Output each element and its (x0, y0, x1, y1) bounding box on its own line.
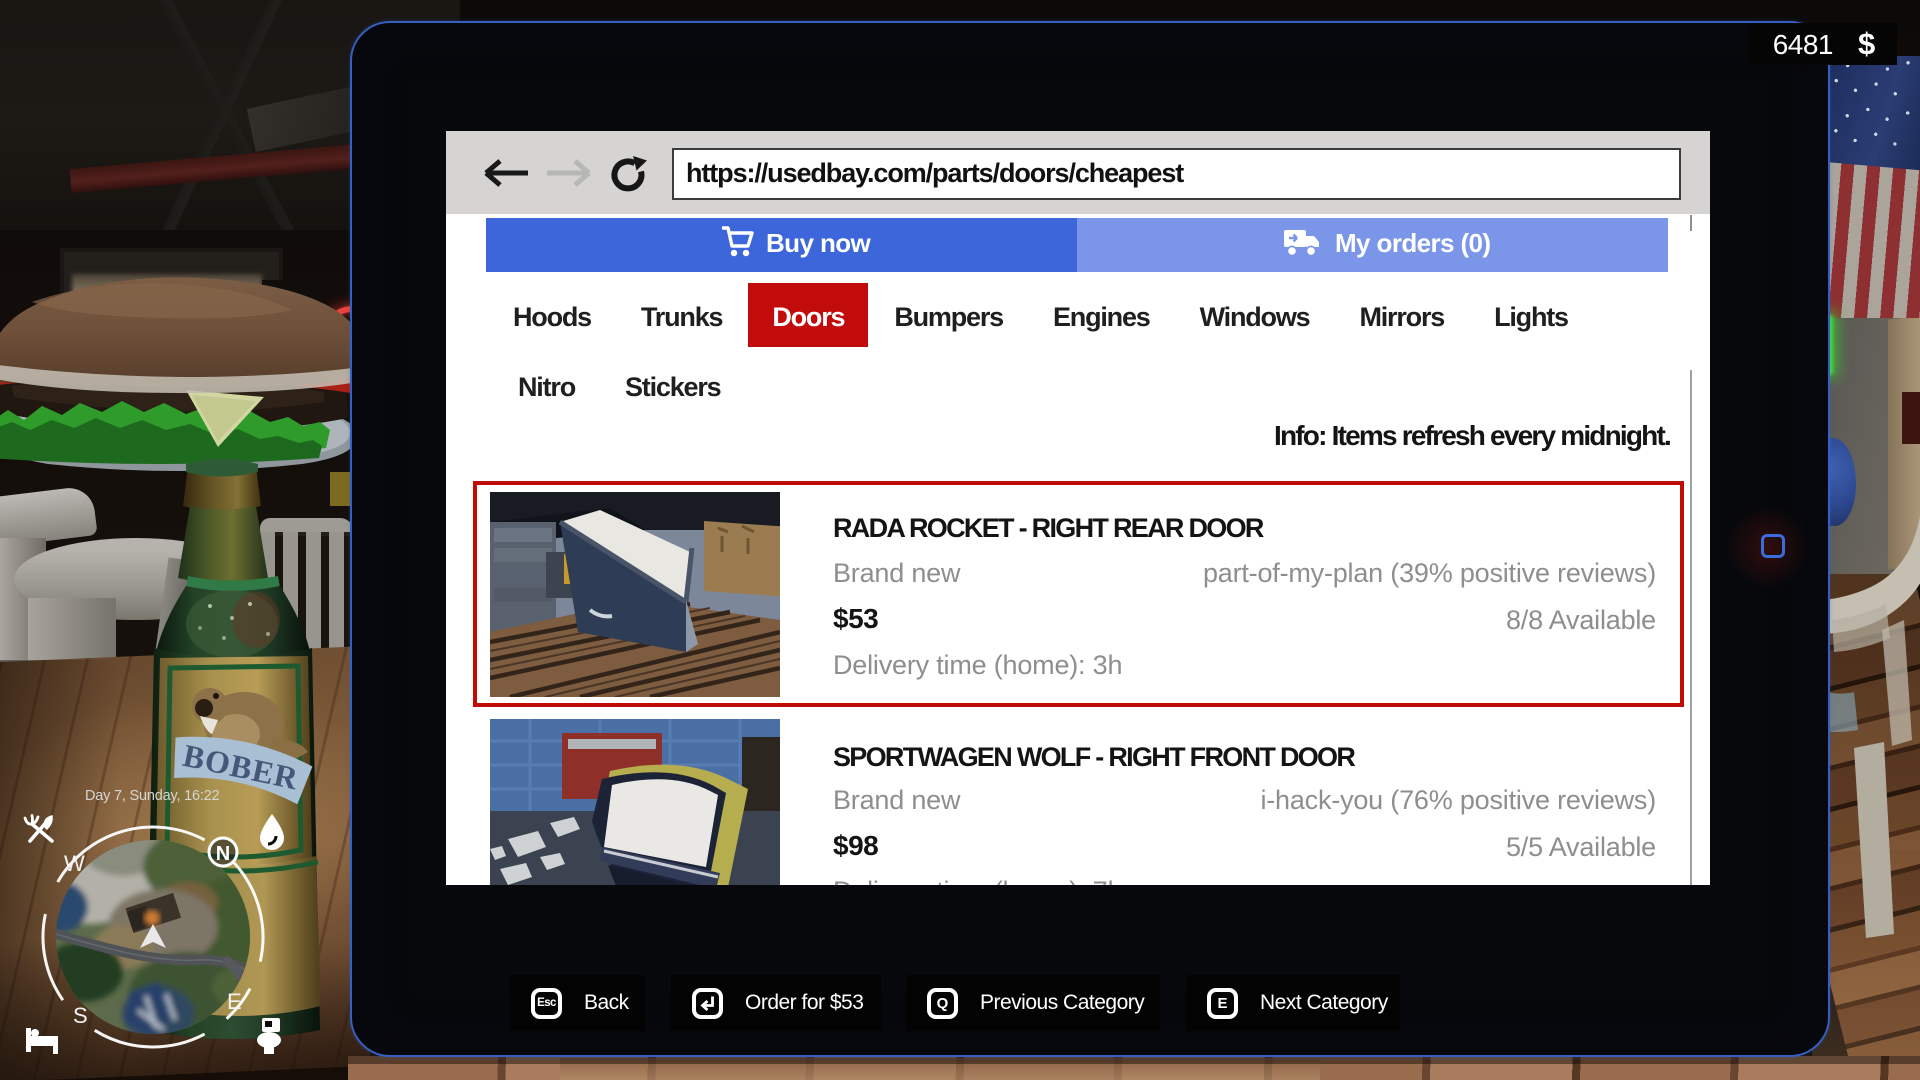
svg-text:N: N (216, 843, 230, 865)
svg-text:E: E (227, 989, 242, 1014)
svg-text:S: S (73, 1003, 88, 1028)
svg-text:W: W (64, 851, 85, 876)
